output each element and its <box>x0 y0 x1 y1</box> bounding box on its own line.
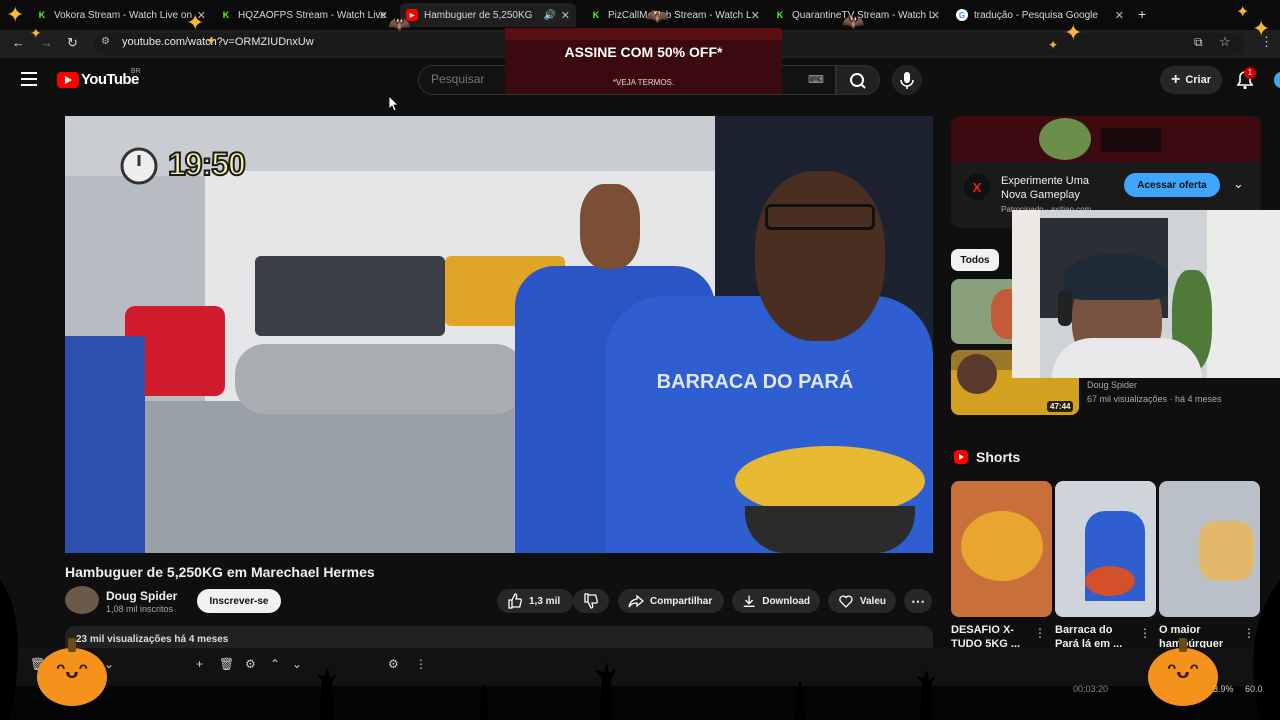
notification-badge: 1 <box>1244 67 1256 79</box>
bat-decoration: 🦇 <box>646 6 669 26</box>
person-left-arm <box>65 336 145 553</box>
browser-tab[interactable]: K HQZAOFPS Stream - Watch Live ✕ <box>220 3 388 27</box>
sidebar-ad-image[interactable] <box>951 116 1261 162</box>
kick-icon: K <box>222 10 230 20</box>
close-icon[interactable]: ✕ <box>931 9 940 22</box>
sparkle-decoration: ✦ <box>1236 4 1250 21</box>
shorts-section-title: Shorts <box>976 449 1021 465</box>
sidebar-ad-title: Experimente Uma Nova Gameplay <box>1001 175 1090 201</box>
reload-icon[interactable]: ↻ <box>67 35 78 51</box>
sparkle-decoration: ✦ <box>186 10 205 35</box>
new-tab-icon[interactable]: + <box>1138 6 1146 22</box>
search-button[interactable] <box>836 65 880 95</box>
close-icon[interactable]: ✕ <box>561 9 570 22</box>
pumpkin-decoration: ᵔᴗᵔ <box>37 638 107 706</box>
sparkle-decoration: ✦ <box>6 2 25 27</box>
audio-icon[interactable]: 🔊 <box>544 10 556 21</box>
kick-icon: K <box>592 10 600 20</box>
browser-tab[interactable]: K PizCallMeDub Stream - Watch L ✕ <box>590 3 760 27</box>
chevron-down-icon[interactable]: ⌄ <box>1233 176 1244 192</box>
tab-title: HQZAOFPS Stream - Watch Live <box>238 9 386 21</box>
url-text[interactable]: youtube.com/watch?v=ORMZIUDnxUw <box>122 36 314 48</box>
sparkle-decoration: ✦ <box>1048 38 1059 52</box>
glasses <box>765 204 875 230</box>
clock-icon <box>120 147 158 185</box>
steel-bowls <box>235 344 525 414</box>
advertiser-logo-icon: X <box>964 174 990 200</box>
shorts-icon <box>954 450 968 464</box>
microphone-icon <box>900 72 914 89</box>
sparkle-decoration: ✦ <box>1252 16 1271 41</box>
sparkle-decoration: ✦ <box>206 34 217 48</box>
search-icon <box>850 73 866 89</box>
timer-overlay: 19:50 <box>167 145 247 183</box>
browser-tab[interactable]: G tradução - Pesquisa Google ✕ <box>956 3 1124 27</box>
youtube-logo-icon[interactable] <box>57 72 79 88</box>
headset-icon <box>1058 290 1072 326</box>
google-icon: G <box>956 9 968 21</box>
tab-title: Vokora Stream - Watch Live on <box>54 9 193 21</box>
person-front-head <box>755 171 885 341</box>
tab-title: Hambuguer de 5,250KG <box>424 9 533 21</box>
filter-chip-all[interactable]: Todos <box>951 249 999 271</box>
voice-search-button[interactable] <box>892 65 922 95</box>
create-label: Criar <box>1185 74 1212 86</box>
back-icon[interactable]: ← <box>12 35 25 50</box>
keyboard-icon[interactable]: ⌨ <box>808 73 824 86</box>
hamburger-menu-icon[interactable] <box>21 72 37 86</box>
plus-icon: + <box>1170 71 1181 88</box>
close-icon[interactable]: ✕ <box>379 9 388 22</box>
notifications-button[interactable]: 1 <box>1236 67 1256 95</box>
tab-title: tradução - Pesquisa Google <box>974 9 1098 21</box>
cpu-usage: 3.9% <box>1213 684 1234 694</box>
pumpkin-decoration: ᵔᴗᵔ <box>1148 638 1218 706</box>
webcam-cap <box>1064 254 1168 300</box>
kick-icon: K <box>776 10 784 20</box>
kick-icon: K <box>38 10 46 20</box>
tab-title: PizCallMeDub Stream - Watch L <box>608 9 752 21</box>
shirt-logo-text: BARRACA DO PARÁ <box>656 371 854 393</box>
mouse-cursor-icon <box>389 96 399 112</box>
region-code: BR <box>131 68 141 75</box>
search-input[interactable] <box>431 72 491 86</box>
install-icon[interactable]: ⧉ <box>1194 35 1203 50</box>
browser-tab[interactable]: K Vokora Stream - Watch Live on ✕ <box>36 3 206 27</box>
bookmark-star-icon[interactable]: ☆ <box>1219 34 1231 50</box>
sidebar-ad-cta-button[interactable]: Acessar oferta <box>1124 173 1220 197</box>
browser-tab-active[interactable]: ▶ Hambuguer de 5,250KG 🔊 ✕ <box>400 3 576 27</box>
webcam-overlay <box>1012 210 1280 378</box>
recommended-channel[interactable]: Doug Spider <box>1087 380 1137 390</box>
top-ad-subtitle: *VEJA TERMOS. <box>612 78 675 87</box>
dark-tray <box>255 256 445 336</box>
recommended-meta: 67 mil visualizações · há 4 meses <box>1087 394 1222 404</box>
person-back-head <box>580 184 640 269</box>
bat-decoration: 🦇 <box>388 14 411 34</box>
sparkle-decoration: ✦ <box>30 25 42 41</box>
close-icon[interactable]: ✕ <box>751 9 760 22</box>
top-ad-title: ASSINE COM 50% OFF* <box>564 44 723 60</box>
close-icon[interactable]: ✕ <box>1115 9 1124 22</box>
create-button[interactable]: + Criar <box>1160 66 1222 94</box>
fps-readout: 60.0 <box>1245 684 1263 694</box>
video-duration: 47:44 <box>1047 401 1074 412</box>
bat-decoration: 🦇 <box>842 12 865 32</box>
sparkle-decoration: ✦ <box>1064 20 1083 45</box>
stream-time: 00:03:20 <box>1073 684 1109 694</box>
site-info-icon[interactable]: ⚙ <box>101 36 110 47</box>
